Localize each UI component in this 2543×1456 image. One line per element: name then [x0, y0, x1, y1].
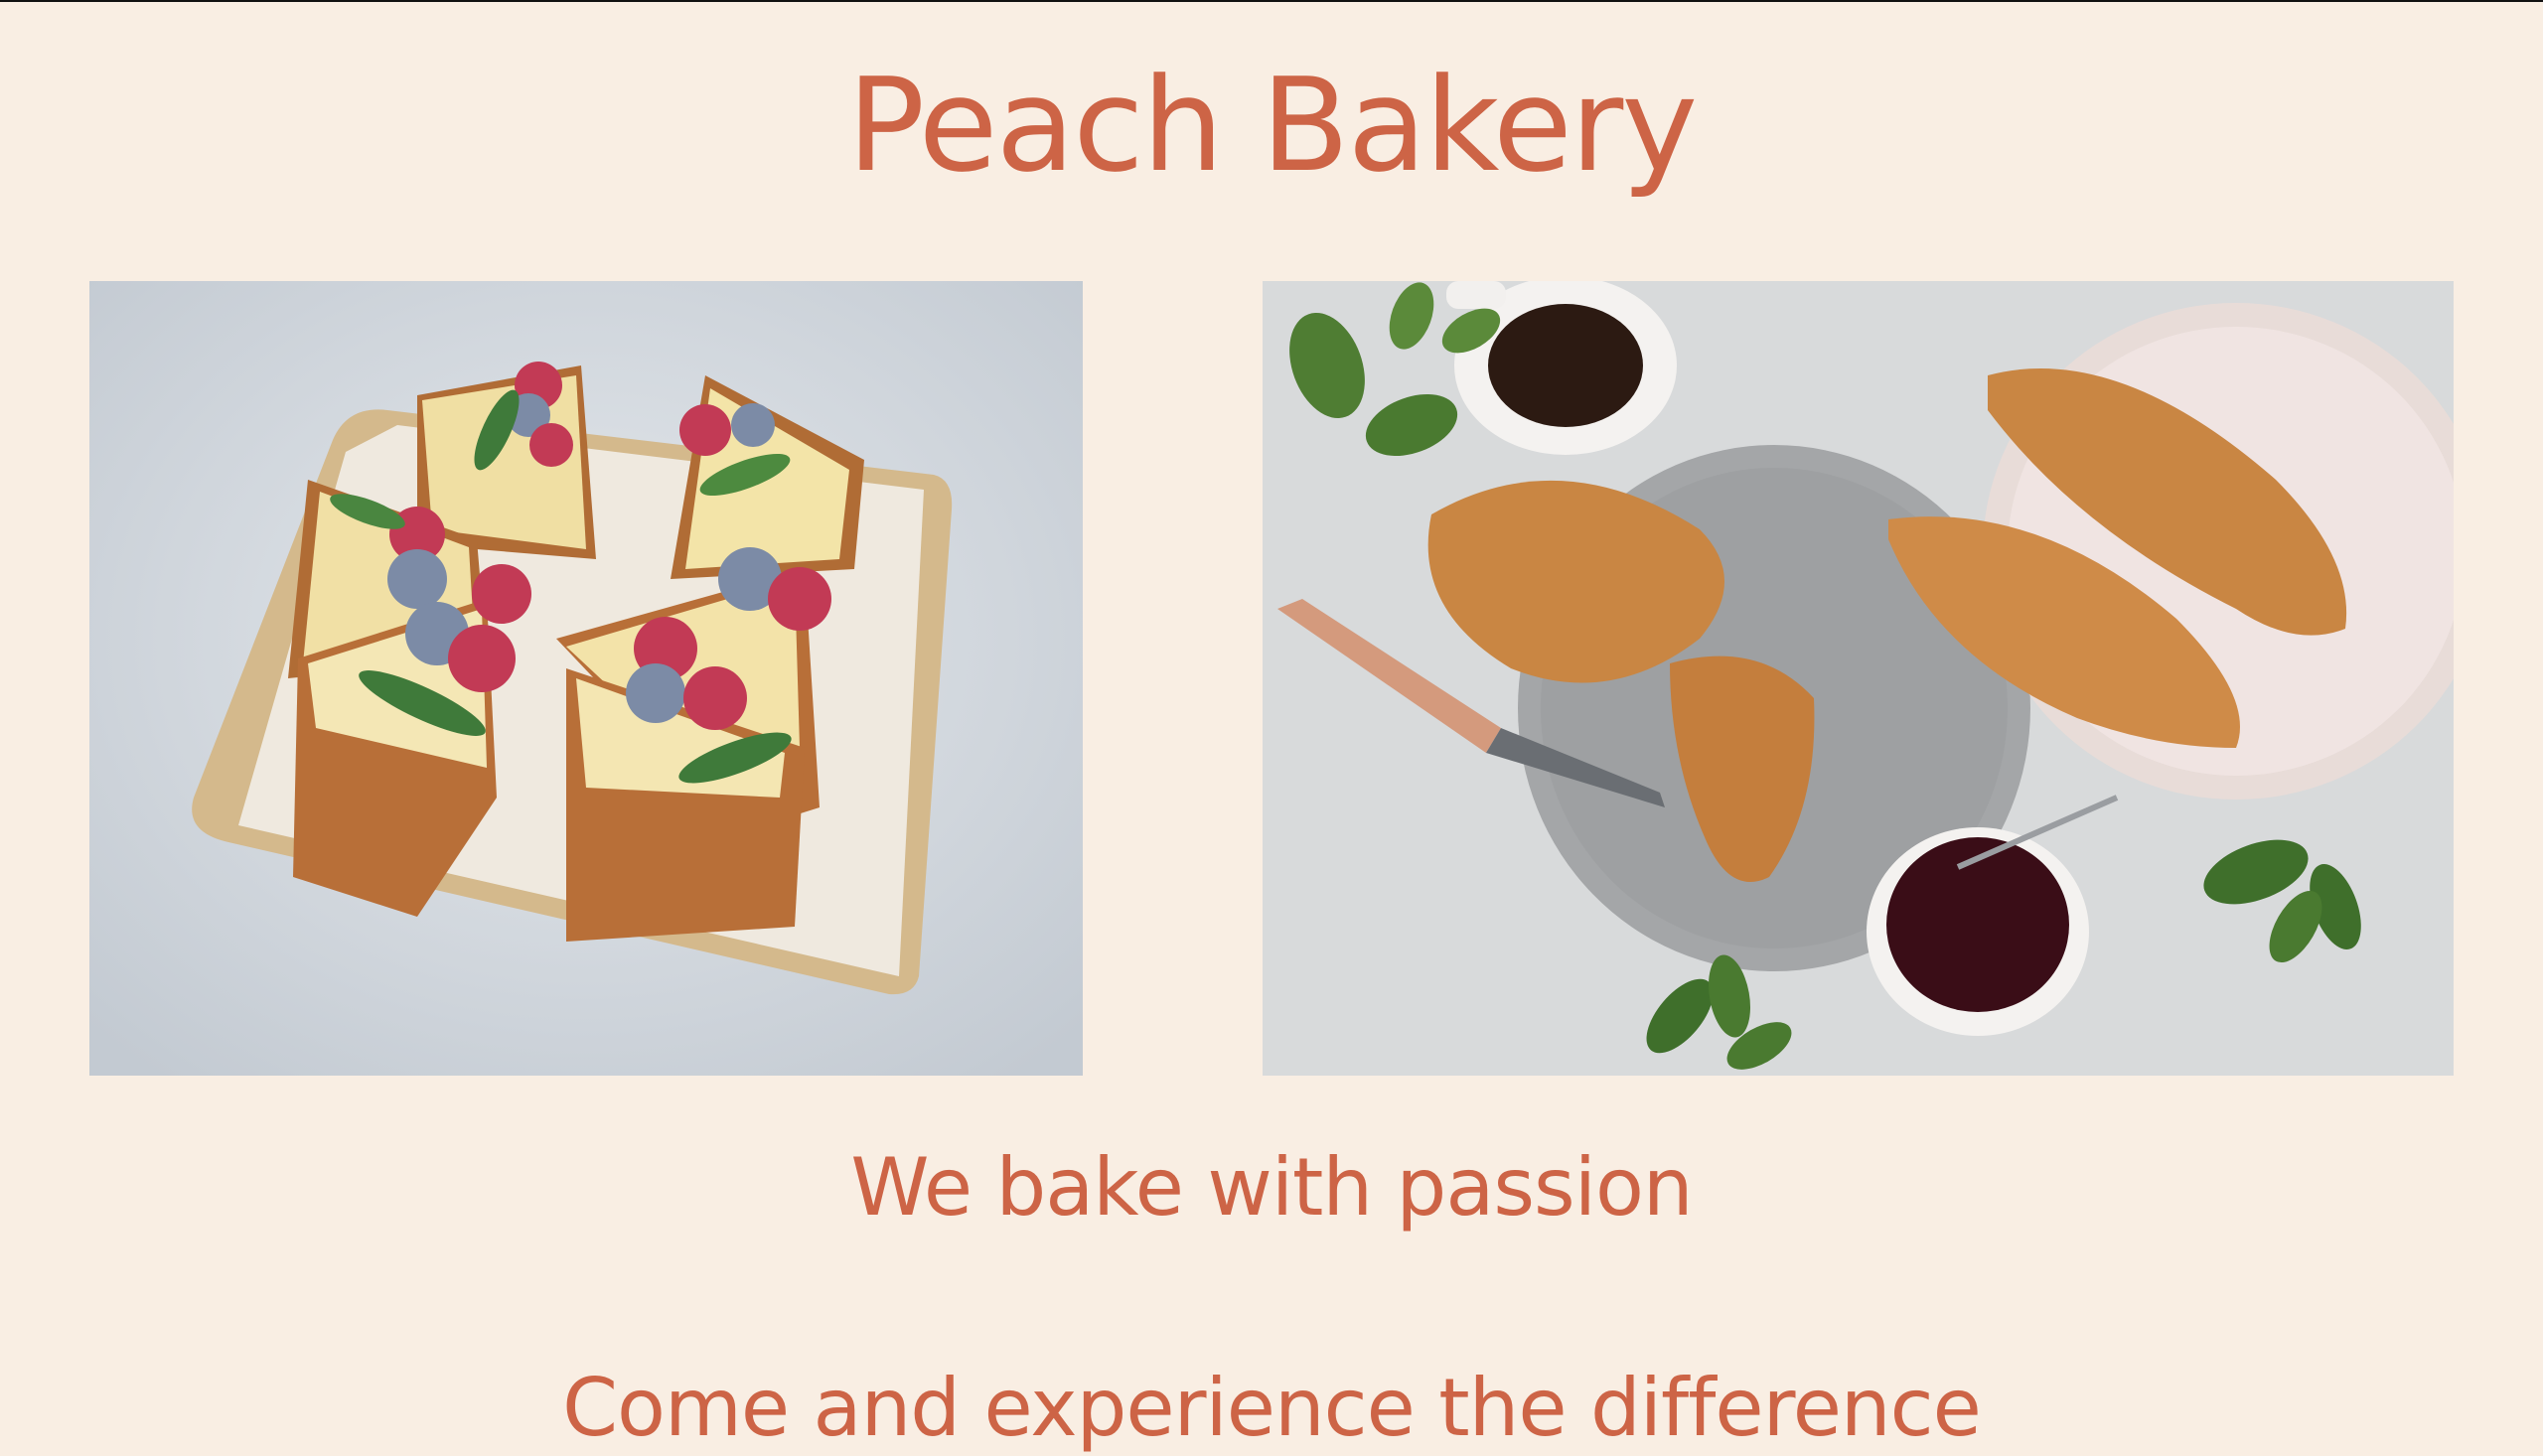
- croissants-photo: [1263, 281, 2454, 1076]
- page-title: Peach Bakery: [846, 50, 1698, 201]
- top-border: [0, 0, 2543, 2]
- hero-subtagline: Come and experience the difference: [562, 1362, 1982, 1454]
- hero-tagline: We bake with passion: [850, 1141, 1693, 1234]
- cheesecake-photo: [89, 281, 1083, 1076]
